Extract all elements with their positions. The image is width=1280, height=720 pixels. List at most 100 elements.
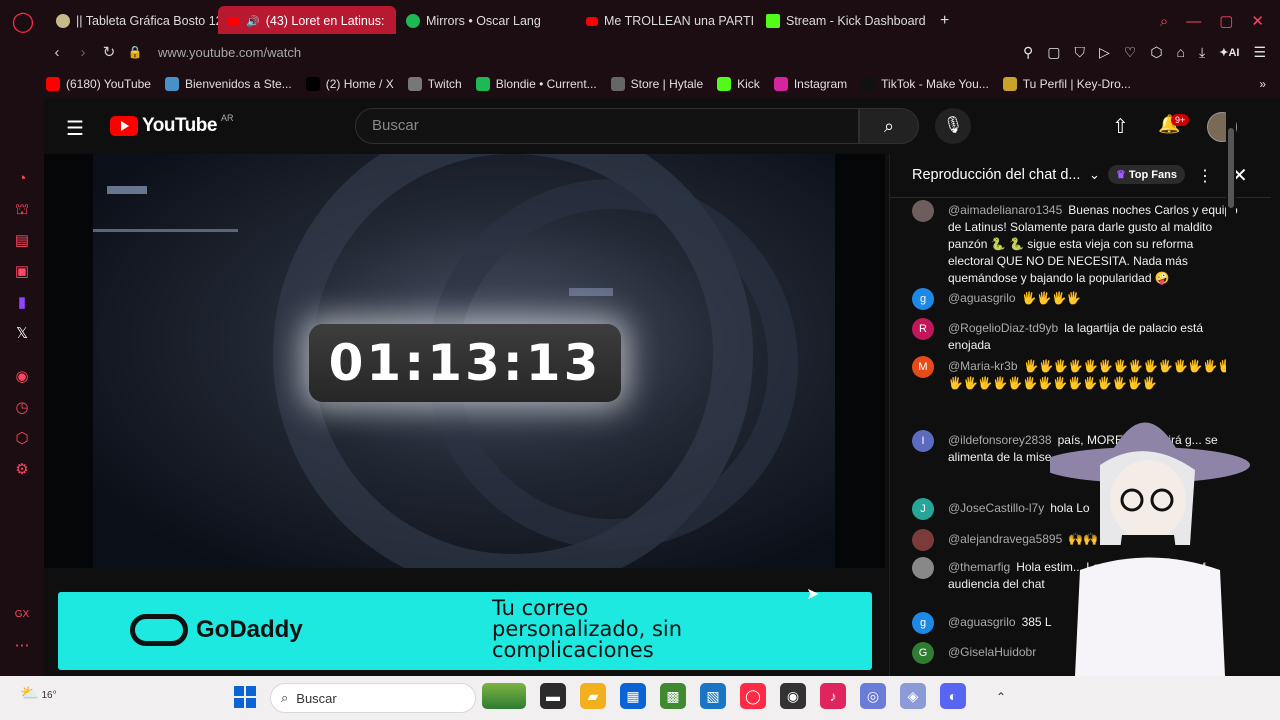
chat-username[interactable]: @themarfig xyxy=(948,560,1010,574)
scroll-thumb[interactable] xyxy=(1228,128,1234,208)
bookmark-item[interactable]: Bienvenidos a Ste... xyxy=(164,77,292,91)
chat-avatar[interactable]: R xyxy=(912,318,934,340)
menu-icon[interactable]: ☰ xyxy=(1253,44,1266,61)
hamburger-menu-icon[interactable]: ☰ xyxy=(66,116,84,141)
url-field[interactable]: www.youtube.com/watch xyxy=(158,45,301,60)
wallet-icon[interactable]: ⌂ xyxy=(1177,44,1185,60)
bookmark-item[interactable]: Instagram xyxy=(773,77,847,91)
chat-username[interactable]: @Maria-kr3b xyxy=(948,359,1018,373)
chat-avatar[interactable] xyxy=(912,529,934,551)
bookmark-item[interactable]: Kick xyxy=(717,77,760,91)
minecraft-icon[interactable]: ▩ xyxy=(660,683,686,709)
chat-avatar[interactable]: M xyxy=(912,356,934,378)
chat-username[interactable]: @aguasgrilo xyxy=(948,615,1016,629)
gx-news-icon[interactable]: ▤ xyxy=(15,232,29,249)
obs-icon[interactable]: ◉ xyxy=(780,683,806,709)
x-icon[interactable]: 𝕏 xyxy=(16,325,28,342)
bookmark-item[interactable]: Tu Perfil | Key-Dro... xyxy=(1002,77,1131,91)
tab-latinus[interactable]: 🔊 (43) Loret en Latinus: xyxy=(218,6,396,36)
minimize-icon[interactable]: — xyxy=(1186,13,1201,30)
chat-avatar[interactable]: J xyxy=(912,498,934,520)
pin-icon[interactable]: ⚲ xyxy=(1023,44,1033,61)
chat-avatar[interactable]: g xyxy=(912,288,934,310)
extensions-icon[interactable]: ⬡ xyxy=(15,430,28,447)
tab-spotify[interactable]: Mirrors • Oscar Lang xyxy=(396,6,576,36)
video-player[interactable]: 01:13:13 xyxy=(93,154,835,568)
chat-username[interactable]: @alejandravega5895 xyxy=(948,532,1062,546)
history-icon[interactable]: ◷ xyxy=(15,399,28,416)
settings-icon[interactable]: ⚙ xyxy=(15,461,28,478)
search-icon: ⌕ xyxy=(883,116,895,136)
crown-icon: ♛ xyxy=(1116,169,1126,181)
page-scrollbar[interactable] xyxy=(1226,98,1236,676)
chat-avatar[interactable] xyxy=(912,200,934,222)
chat-avatar[interactable]: G xyxy=(912,642,934,664)
tiktok-icon[interactable]: ♪ xyxy=(820,683,846,709)
shield-icon[interactable]: ⛉ xyxy=(1074,44,1085,61)
opera-gx-icon[interactable]: ◯ xyxy=(740,683,766,709)
chat-username[interactable]: @ildefonsorey2838 xyxy=(948,433,1052,447)
chat-username[interactable]: @aimadelianaro1345 xyxy=(948,203,1062,217)
more-icon[interactable]: ⋯ xyxy=(15,637,30,654)
chat-username[interactable]: @RogelioDiaz-td9yb xyxy=(948,321,1058,335)
bookmark-item[interactable]: (2) Home / X xyxy=(305,77,394,91)
new-tab-button[interactable]: + xyxy=(940,12,949,30)
gx-icon[interactable]: GX xyxy=(15,606,29,623)
back-icon[interactable]: ‹ xyxy=(44,44,70,61)
chat-avatar[interactable]: g xyxy=(912,612,934,634)
bookmark-item[interactable]: Twitch xyxy=(407,77,462,91)
gx-corner-icon[interactable]: ⛫ xyxy=(15,201,29,218)
twitch-icon[interactable]: ▮ xyxy=(18,294,26,311)
bookmarks-more-icon[interactable]: » xyxy=(1259,77,1266,91)
maximize-icon[interactable]: ▢ xyxy=(1219,12,1233,30)
forward-icon[interactable]: › xyxy=(70,44,96,61)
messenger-icon[interactable]: ▣ xyxy=(15,263,29,280)
chat-avatar[interactable] xyxy=(912,557,934,579)
more-options-icon[interactable]: ⋮ xyxy=(1197,166,1213,186)
speaker-icon[interactable]: 🔊 xyxy=(246,15,260,28)
chat-title[interactable]: Reproducción del chat d... xyxy=(912,167,1080,183)
bookmark-item[interactable]: (6180) YouTube xyxy=(46,77,151,91)
ai-button[interactable]: ✦AI xyxy=(1219,46,1239,59)
heart-icon[interactable]: ♡ xyxy=(1124,44,1137,61)
vtuber-app-icon[interactable]: ◎ xyxy=(860,683,886,709)
tab-me-trollean[interactable]: Me TROLLEAN una PARTI xyxy=(576,6,756,36)
chat-username[interactable]: @JoseCastillo-l7y xyxy=(948,501,1044,515)
chat-avatar[interactable]: I xyxy=(912,430,934,452)
search-input[interactable]: Buscar xyxy=(355,108,859,144)
files-icon[interactable]: ▬ xyxy=(540,683,566,709)
photos-icon[interactable]: ▧ xyxy=(700,683,726,709)
download-icon[interactable]: ⤓ xyxy=(1199,44,1205,61)
app-icon[interactable]: ◈ xyxy=(900,683,926,709)
godaddy-ad-banner[interactable]: GoDaddy Tu correo personalizado, sin com… xyxy=(58,592,872,670)
chevron-down-icon[interactable]: ⌄ xyxy=(1089,167,1100,183)
discord-icon[interactable]: ◐ xyxy=(940,683,966,709)
voice-search-button[interactable]: 🎙 xyxy=(935,108,971,144)
chat-username[interactable]: @GiselaHuidobr xyxy=(948,645,1036,659)
youtube-logo[interactable]: YouTube AR xyxy=(110,113,233,137)
taskbar-search[interactable]: ⌕ Buscar xyxy=(270,683,476,713)
chat-username[interactable]: @aguasgrilo xyxy=(948,291,1016,305)
tab-bosto[interactable]: || Tableta Gráfica Bosto 12 xyxy=(46,6,218,36)
system-tray-chevron-icon[interactable]: ⌃ xyxy=(996,690,1006,704)
tab-kick[interactable]: Stream - Kick Dashboard xyxy=(756,6,936,36)
search-button[interactable]: ⌕ xyxy=(859,108,919,144)
reload-icon[interactable]: ↻ xyxy=(96,43,122,61)
player-icon[interactable]: ◉ xyxy=(15,368,28,385)
top-fans-chip[interactable]: ♛ Top Fans xyxy=(1108,165,1185,184)
play-icon[interactable]: ▷ xyxy=(1099,44,1110,61)
bookmark-item[interactable]: Blondie • Current... xyxy=(475,77,597,91)
snapshot-icon[interactable]: ▢ xyxy=(1047,44,1060,61)
landscape-thumbnail-icon[interactable] xyxy=(482,683,526,709)
extensions-icon[interactable]: ⬡ xyxy=(1150,44,1162,61)
store-icon[interactable]: ▦ xyxy=(620,683,646,709)
gx-control-icon[interactable]: ◔ xyxy=(17,170,26,187)
bookmark-item[interactable]: Store | Hytale xyxy=(610,77,703,91)
folder-icon[interactable]: ▰ xyxy=(580,683,606,709)
search-icon[interactable]: ⌕ xyxy=(1160,13,1168,30)
weather-widget[interactable]: ⛅ 16° xyxy=(20,684,57,702)
close-icon[interactable]: ✕ xyxy=(1251,12,1264,30)
bookmark-item[interactable]: TikTok - Make You... xyxy=(861,77,989,91)
upload-icon[interactable]: ⇧ xyxy=(1112,114,1129,139)
start-button[interactable] xyxy=(234,686,256,708)
